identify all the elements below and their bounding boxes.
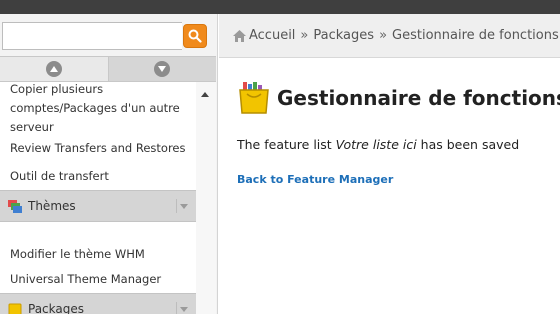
scroll-up-arrow-icon[interactable]	[201, 92, 209, 97]
message-suffix: has been saved	[420, 137, 520, 152]
back-to-feature-manager-link[interactable]: Back to Feature Manager	[237, 173, 393, 186]
status-message: The feature list Votre liste ici has bee…	[237, 137, 519, 152]
themes-icon	[8, 200, 22, 213]
breadcrumb-current: Gestionnaire de fonctions	[392, 28, 559, 43]
chevron-down-icon	[176, 302, 190, 314]
main-content: Accueil » Packages » Gestionnaire de fon…	[219, 14, 560, 314]
breadcrumb-separator: »	[379, 28, 388, 43]
sidebar-scrollbar[interactable]	[196, 82, 216, 314]
sidebar-item-transfer-tool[interactable]: Outil de transfert	[0, 167, 196, 185]
sidebar: Copier plusieurs comptes/Packages d'un a…	[0, 14, 218, 314]
breadcrumb-home-link[interactable]: Accueil	[249, 28, 295, 43]
top-bar	[0, 0, 560, 14]
sidebar-item-review-transfers[interactable]: Review Transfers and Restores	[0, 139, 196, 157]
arrow-up-icon	[45, 61, 62, 77]
sidebar-item-modify-whm-theme[interactable]: Modifier le thème WHM	[0, 245, 196, 263]
message-prefix: The feature list	[237, 137, 332, 152]
sidebar-section-label: Packages	[28, 302, 84, 314]
search-button[interactable]	[183, 24, 207, 48]
feature-list-name: Votre liste ici	[335, 137, 417, 152]
packages-icon	[8, 303, 22, 314]
breadcrumb: Accueil » Packages » Gestionnaire de fon…	[219, 14, 560, 58]
page-header: Gestionnaire de fonctions	[237, 82, 560, 114]
sidebar-section-label: Thèmes	[28, 199, 76, 213]
sidebar-scroll-down-button[interactable]	[108, 57, 216, 81]
sidebar-scroll-up-button[interactable]	[0, 57, 109, 81]
sidebar-section-packages[interactable]: Packages	[0, 293, 196, 314]
sidebar-section-themes[interactable]: Thèmes	[0, 190, 196, 222]
chevron-down-icon	[176, 199, 190, 213]
page-title: Gestionnaire de fonctions	[277, 86, 560, 110]
breadcrumb-packages-link[interactable]: Packages	[313, 28, 374, 43]
feature-manager-bag-icon	[239, 82, 269, 114]
sidebar-scroll-controls	[0, 56, 216, 82]
sidebar-nav: Copier plusieurs comptes/Packages d'un a…	[0, 82, 216, 314]
arrow-down-icon	[154, 61, 171, 77]
search-input[interactable]	[2, 22, 182, 50]
search-icon	[188, 29, 202, 43]
breadcrumb-separator: »	[300, 28, 309, 43]
sidebar-item-copy-accounts[interactable]: Copier plusieurs comptes/Packages d'un a…	[0, 82, 196, 134]
sidebar-item-universal-theme-manager[interactable]: Universal Theme Manager	[0, 270, 196, 288]
home-icon	[233, 29, 246, 42]
search-box	[2, 22, 208, 50]
